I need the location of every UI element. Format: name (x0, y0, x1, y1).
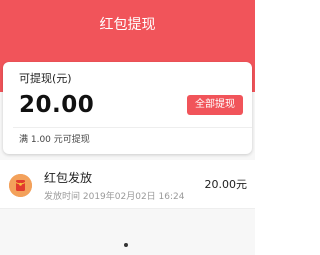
balance-card: 可提现(元) 20.00 全部提现 满 1.00 元可提现 (3, 62, 252, 154)
record-title: 红包发放 (44, 171, 93, 185)
page-indicator-dot (124, 243, 128, 247)
balance-amount: 20.00 (19, 92, 95, 118)
record-time: 发放时间 2019年02月02日 16:24 (44, 192, 185, 202)
list-divider (0, 208, 255, 209)
card-divider (13, 127, 252, 128)
record-amount: 20.00元 (204, 178, 248, 191)
withdraw-all-button[interactable]: 全部提现 (187, 95, 243, 115)
minimum-withdraw-note: 满 1.00 元可提现 (19, 135, 90, 145)
page-title: 红包提现 (99, 17, 156, 33)
list-item[interactable]: 红包发放 发放时间 2019年02月02日 16:24 20.00元 (0, 160, 255, 208)
balance-label: 可提现(元) (19, 72, 72, 85)
red-envelope-icon (9, 174, 32, 197)
